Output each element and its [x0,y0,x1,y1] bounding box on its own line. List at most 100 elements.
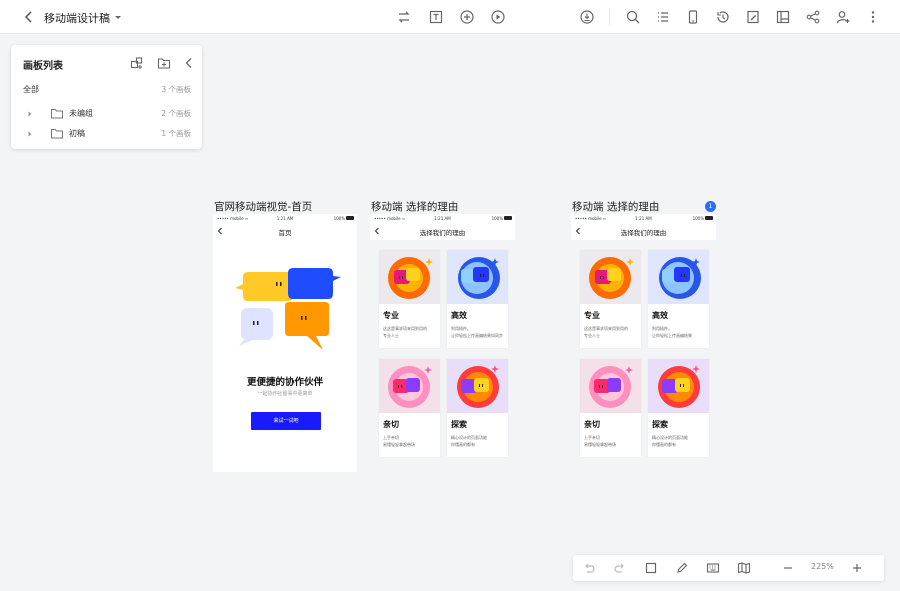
redo-icon[interactable] [613,561,627,575]
card-desc: 这这是事求项来用到用的 [383,326,427,331]
explore-illustration [648,359,709,413]
status-bar: ••••• mobile ≈ 1:21 AM 100% [370,214,515,222]
zoom-level[interactable]: 225% [811,562,834,571]
bottom-toolbar: 225% [573,555,884,581]
zoom-out-icon[interactable] [781,561,795,575]
card-desc: 让你轻松上传画编结果 [652,333,692,338]
card-desc: 你懂画的都有 [652,442,676,447]
collapse-panel-icon[interactable] [182,56,196,70]
swap-icon[interactable] [396,9,412,25]
reason-card-explore[interactable]: 探索 精心设计的页面功能 你懂画的都有 [648,359,709,457]
chevron-right-icon[interactable] [27,130,33,138]
back-icon[interactable] [22,9,36,25]
artboard-title[interactable]: 移动端 选择的理由 [572,199,659,214]
battery-icon [346,216,354,220]
board-group-all[interactable]: 全部 3 个画板 [11,82,202,98]
hero-subtitle: 一起协作社图事中更简单 [257,391,313,397]
text-icon[interactable] [428,9,444,25]
card-desc: 上手亲切 [584,435,600,440]
folder-icon [51,109,63,119]
annotate-icon[interactable] [745,9,761,25]
group-label: 未编组 [69,109,93,118]
artboard-title[interactable]: 官网移动端视觉-首页 [214,199,312,214]
nav-title: 选择我们的理由 [419,229,466,237]
caret-down-icon[interactable] [113,12,123,22]
artboard-home[interactable]: ••••• mobile ≈ 1:21 AM 100% 首页 更便捷的协作伙伴 … [213,214,357,472]
reason-card-professional[interactable]: 专业 这这是事求项来用到用的 专业人士 [580,250,641,348]
reason-card-friendly[interactable]: 亲切 上手亲切 易懂轻轻拿起带场 [580,359,641,457]
card-desc: 专业人士 [383,333,399,338]
export-icon[interactable] [579,9,595,25]
search-icon[interactable] [625,9,641,25]
zoom-in-icon[interactable] [850,561,864,575]
comment-count-badge[interactable]: 1 [705,201,716,212]
history-icon[interactable] [715,9,731,25]
top-bar: 移动端设计稿 [0,0,900,34]
friendly-illustration [379,359,440,413]
card-title: 专业 [383,311,399,320]
card-title: 亲切 [383,420,399,429]
card-desc: 上手亲切 [383,435,399,440]
artboard-title[interactable]: 移动端 选择的理由 [371,199,458,214]
reason-card-professional[interactable]: 专业 这这是事求项来用到用的 专业人士 [379,250,440,348]
card-title: 高效 [652,311,668,320]
card-title: 高效 [451,311,467,320]
efficient-illustration [648,250,709,304]
battery-text: 100% [333,216,345,221]
card-desc: 精心设计的页面功能 [652,435,688,440]
list-icon[interactable] [655,9,671,25]
layout-icon[interactable] [775,9,791,25]
reason-card-explore[interactable]: 探索 精心设计的页面功能 你懂画的都有 [447,359,508,457]
status-bar: ••••• mobile ≈ 1:21 AM 100% [213,214,357,222]
new-folder-icon[interactable] [157,56,171,70]
chat-bubbles-illustration [235,268,341,350]
add-circle-icon[interactable] [459,9,475,25]
artboard-reasons-header[interactable]: ••••• mobile ≈ 1:21 AM 100% 选择我们的理由 [370,214,515,240]
toolbar-divider [609,9,610,25]
try-it-button[interactable]: 来试一试吧 [251,412,321,430]
keyboard-icon[interactable] [706,561,720,575]
professional-illustration [580,250,641,304]
artboard-reasons-header[interactable]: ••••• mobile ≈ 1:21 AM 100% 选择我们的理由 [571,214,716,240]
group-boards-icon[interactable] [130,56,144,70]
chevron-right-icon[interactable] [27,110,33,118]
battery-text: 100% [692,216,704,221]
card-desc: 你懂画的都有 [451,442,475,447]
reason-card-efficient[interactable]: 高效 利用插件。 让你轻松上传画编结果 [648,250,709,348]
battery-icon [705,216,713,220]
group-count: 3 个画板 [161,85,191,94]
card-desc: 易懂轻轻拿起带场 [584,442,616,447]
card-desc: 利用插件。 [451,326,471,331]
reason-card-friendly[interactable]: 亲切 上手亲切 易懂轻轻拿起带场 [379,359,440,457]
efficient-illustration [447,250,508,304]
explore-illustration [447,359,508,413]
folder-icon [51,129,63,139]
battery-text: 100% [491,216,503,221]
card-title: 探索 [451,420,467,429]
more-icon[interactable] [865,9,881,25]
share-icon[interactable] [805,9,821,25]
device-icon[interactable] [685,9,701,25]
group-label: 全部 [23,85,39,94]
card-desc: 精心设计的页面功能 [451,435,487,440]
board-group-ungrouped[interactable]: 未编组 2 个画板 [11,106,202,122]
rectangle-tool-icon[interactable] [644,561,658,575]
add-user-icon[interactable] [835,9,851,25]
play-icon[interactable] [490,9,506,25]
card-desc: 利用插件。 [652,326,672,331]
group-count: 1 个画板 [161,129,191,138]
card-desc: 易懂轻轻拿起带场 [383,442,415,447]
card-desc: 这这是事求项来用到用的 [584,326,628,331]
map-icon[interactable] [737,561,751,575]
card-desc: 专业人士 [584,333,600,338]
group-label: 初稿 [69,129,85,138]
reason-card-efficient[interactable]: 高效 利用插件。 让你轻松上传画编结果如同步 [447,250,508,348]
pen-tool-icon[interactable] [675,561,689,575]
status-bar: ••••• mobile ≈ 1:21 AM 100% [571,214,716,222]
card-title: 专业 [584,311,600,320]
document-title[interactable]: 移动端设计稿 [44,10,110,26]
card-title: 探索 [652,420,668,429]
panel-title: 画板列表 [23,61,63,72]
undo-icon[interactable] [582,561,596,575]
board-group-draft[interactable]: 初稿 1 个画板 [11,126,202,142]
